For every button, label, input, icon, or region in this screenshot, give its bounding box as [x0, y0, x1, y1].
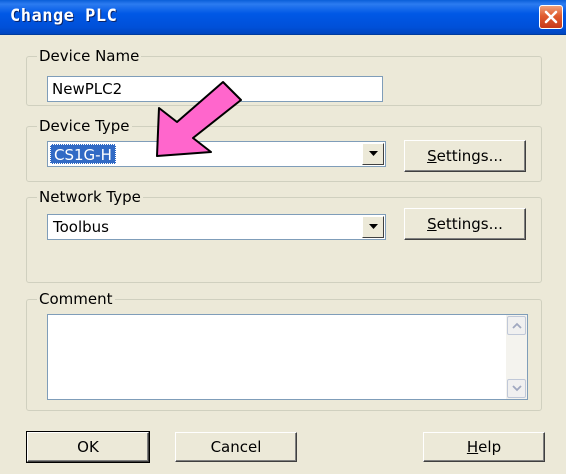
help-label: elp [478, 438, 502, 456]
ok-label: OK [77, 438, 99, 456]
settings-mnemonic: S [427, 215, 437, 233]
network-type-value: Toolbus [53, 218, 109, 236]
device-type-value: CS1G-H [50, 144, 116, 164]
window-title: Change PLC [10, 6, 118, 26]
chevron-down-icon [369, 151, 378, 156]
settings-label: ettings... [436, 147, 503, 165]
ok-button[interactable]: OK [26, 431, 150, 463]
cancel-button[interactable]: Cancel [175, 432, 297, 462]
device-type-settings-button[interactable]: Settings... [404, 140, 526, 172]
device-name-label: Device Name [37, 47, 142, 65]
comment-label: Comment [37, 290, 115, 308]
title-bar[interactable]: Change PLC [0, 0, 566, 35]
network-type-label: Network Type [37, 188, 143, 206]
close-button[interactable] [539, 5, 563, 29]
device-type-label: Device Type [37, 117, 132, 135]
arrow-pointer-icon [156, 81, 242, 157]
settings-mnemonic: S [427, 147, 437, 165]
network-type-dropdown-button[interactable] [362, 216, 384, 238]
chevron-down-icon [512, 385, 522, 392]
chevron-up-icon [512, 322, 522, 329]
cancel-label: Cancel [210, 438, 262, 456]
network-type-select[interactable]: Toolbus [47, 214, 386, 240]
help-mnemonic: H [466, 438, 479, 456]
chevron-down-icon [369, 224, 378, 229]
comment-text [48, 315, 527, 319]
device-type-dropdown-button[interactable] [362, 143, 384, 165]
settings-label: ettings... [436, 215, 503, 233]
scroll-up-button[interactable] [507, 316, 526, 335]
help-button[interactable]: Help [423, 432, 545, 462]
network-type-settings-button[interactable]: Settings... [404, 208, 526, 240]
comment-textarea[interactable] [47, 314, 528, 400]
comment-scrollbar[interactable] [506, 315, 527, 399]
scroll-down-button[interactable] [507, 379, 526, 398]
close-icon [544, 10, 558, 24]
